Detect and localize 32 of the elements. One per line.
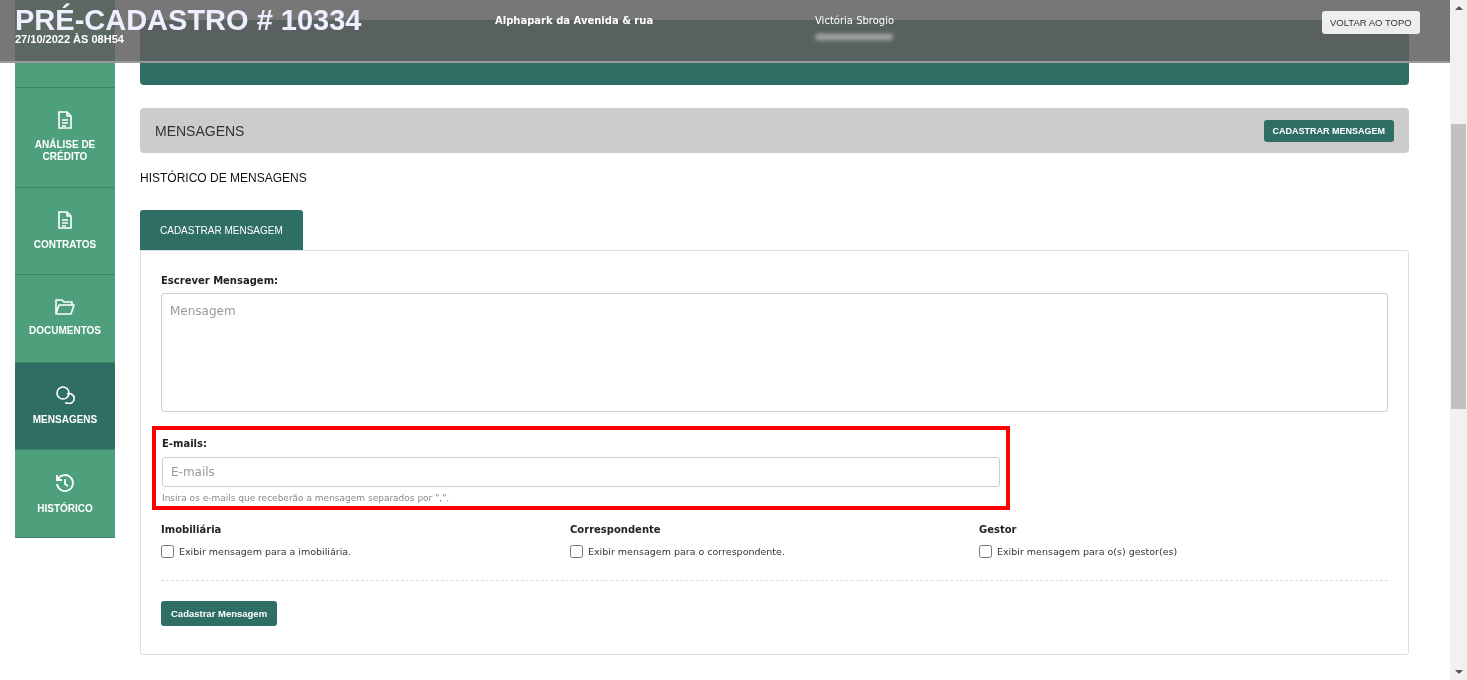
history-icon [55,472,75,493]
message-field[interactable]: Mensagem [161,293,1388,412]
scroll-down-icon [1454,670,1463,674]
new-message-button[interactable]: CADASTRAR MENSAGEM [1263,119,1394,142]
checkbox-label: Exibir mensagem para a imobiliária. [179,546,352,557]
option-heading: Gestor [979,524,1018,535]
scroll-thumb[interactable] [1451,124,1466,409]
back-to-top-button[interactable]: VOLTAR AO TOPO [1322,11,1420,34]
folder-icon [55,299,75,316]
checkbox[interactable] [570,545,583,558]
emails-field[interactable]: E-mails [162,457,1000,487]
option-heading: Imobiliária [161,524,223,535]
checkbox-label: Exibir mensagem para o correspondente. [588,546,785,557]
checkbox-label: Exibir mensagem para o(s) gestor(es) [997,546,1178,557]
option-heading: Correspondente [570,524,662,535]
field-label: E-mails: [162,438,208,449]
checkbox[interactable] [979,545,992,558]
history-heading: HISTÓRICO DE MENSAGENS [140,171,308,185]
checkbox[interactable] [161,545,174,558]
section-title: MENSAGENS [155,122,245,139]
person-name: Victória Sbrogio [815,15,896,26]
tab[interactable]: CADASTRAR MENSAGEM [140,210,303,250]
document-icon [58,111,72,130]
project-name: Alphapark da Avenida & rua [495,15,655,26]
document-icon [58,210,72,229]
submit-button[interactable]: Cadastrar Mensagem [161,601,278,626]
field-label: Escrever Mensagem: [161,275,280,286]
chat-icon [55,386,75,405]
scrollbar[interactable] [1450,0,1467,680]
scroll-up-icon [1454,6,1463,10]
sidebar-item[interactable]: MENSAGENS [15,362,115,451]
help-text: Insira os e-mails que receberão a mensagem separados por ",". [162,493,451,503]
